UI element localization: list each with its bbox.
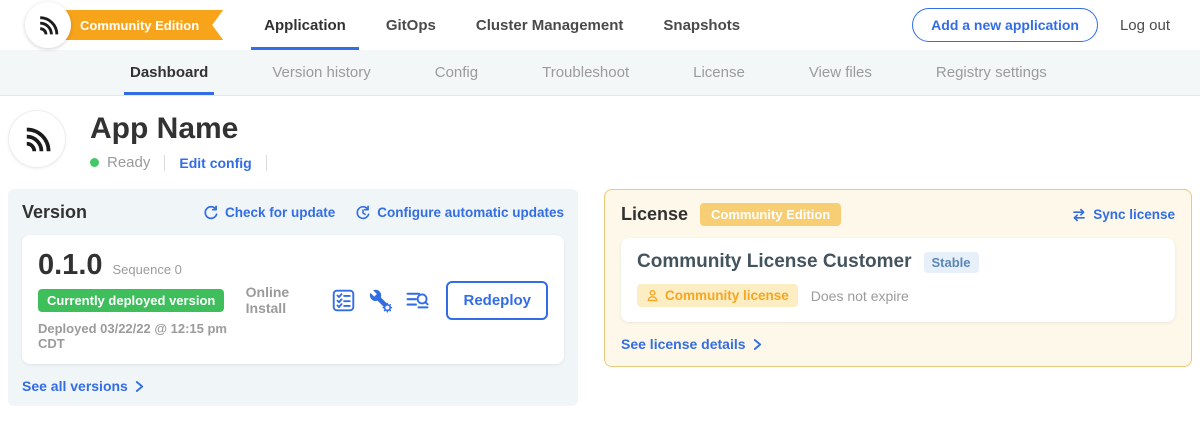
release-notes-icon[interactable] [405, 288, 430, 313]
version-number-row: 0.1.0 Sequence 0 [38, 249, 246, 282]
app-header: App Name Ready Edit config [0, 96, 1200, 171]
logout-button[interactable]: Log out [1120, 17, 1170, 34]
license-details-panel: Community License Customer Stable Commun… [621, 238, 1175, 322]
subnav-troubleshoot[interactable]: Troubleshoot [542, 50, 629, 95]
chevron-right-icon [753, 338, 762, 351]
license-edition-badge: Community Edition [700, 203, 841, 226]
subnav-dashboard[interactable]: Dashboard [130, 50, 208, 95]
see-license-details-label: See license details [621, 336, 746, 352]
configure-auto-updates-label: Configure automatic updates [377, 205, 564, 220]
license-type-label: Community license [665, 288, 789, 303]
app-info: App Name Ready Edit config [90, 110, 281, 171]
license-card-head: License Community Edition Sync license [621, 203, 1175, 226]
see-license-details-link[interactable]: See license details [621, 336, 762, 352]
app-subnav: Dashboard Version history Config Trouble… [0, 50, 1200, 96]
tab-snapshots-label: Snapshots [663, 17, 740, 34]
current-version-panel: 0.1.0 Sequence 0 Currently deployed vers… [22, 235, 564, 364]
customer-name: Community License Customer [637, 251, 912, 273]
version-details: 0.1.0 Sequence 0 Currently deployed vers… [38, 249, 246, 351]
replicated-logo-icon [20, 122, 54, 156]
chevron-right-icon [135, 380, 144, 393]
version-card-title: Version [22, 202, 87, 223]
refresh-icon [203, 205, 219, 221]
top-nav: Application GitOps Cluster Management Sn… [261, 0, 743, 50]
subnav-version-history-label: Version history [272, 64, 370, 81]
license-card-title-group: License Community Edition [621, 203, 841, 226]
license-customer-row: Community License Customer Stable [637, 251, 1159, 273]
tab-cluster-management[interactable]: Cluster Management [473, 0, 627, 50]
subnav-config-label: Config [435, 64, 478, 81]
sync-license-link[interactable]: Sync license [1071, 207, 1175, 223]
subnav-view-files-label: View files [809, 64, 872, 81]
subnav-view-files[interactable]: View files [809, 50, 872, 95]
sequence-label: Sequence 0 [113, 262, 182, 277]
see-all-versions-link[interactable]: See all versions [22, 378, 144, 394]
license-type-row: Community license Does not expire [637, 284, 1159, 307]
status-label: Ready [107, 154, 150, 171]
version-card-actions: Check for update Configure automatic upd… [203, 205, 564, 221]
subnav-license[interactable]: License [693, 50, 745, 95]
dashboard-cards: Version Check for update Configure au [0, 171, 1200, 406]
config-tools-icon[interactable] [368, 288, 393, 313]
tab-cluster-management-label: Cluster Management [476, 17, 624, 34]
version-card: Version Check for update Configure au [8, 189, 578, 406]
preflight-checks-icon[interactable] [331, 288, 356, 313]
sync-icon [1071, 207, 1087, 223]
subnav-license-label: License [693, 64, 745, 81]
version-number: 0.1.0 [38, 249, 103, 282]
license-card: License Community Edition Sync license C… [604, 189, 1192, 367]
redeploy-button[interactable]: Redeploy [446, 281, 548, 320]
see-all-versions-label: See all versions [22, 378, 128, 394]
configure-auto-updates-link[interactable]: Configure automatic updates [355, 205, 564, 221]
license-card-title: License [621, 204, 688, 225]
tab-application[interactable]: Application [261, 0, 349, 50]
subnav-version-history[interactable]: Version history [272, 50, 370, 95]
tab-gitops[interactable]: GitOps [383, 0, 439, 50]
tab-snapshots[interactable]: Snapshots [660, 0, 743, 50]
deployed-status-badge: Currently deployed version [38, 289, 224, 312]
replicated-logo-icon [25, 2, 71, 48]
divider [164, 155, 165, 171]
brand: Community Edition [25, 0, 223, 50]
subnav-dashboard-label: Dashboard [130, 64, 208, 81]
app-status-row: Ready Edit config [90, 154, 281, 171]
app-avatar [8, 110, 66, 168]
ready-status-dot [90, 158, 99, 167]
channel-badge: Stable [924, 252, 979, 273]
page-title: App Name [90, 112, 281, 146]
check-for-update-label: Check for update [225, 205, 335, 220]
tab-application-label: Application [264, 17, 346, 34]
license-expiry-label: Does not expire [811, 288, 909, 304]
subnav-troubleshoot-label: Troubleshoot [542, 64, 629, 81]
edition-ribbon-label: Community Edition [80, 18, 199, 33]
deployed-timestamp: Deployed 03/22/22 @ 12:15 pm CDT [38, 321, 246, 351]
person-icon [646, 289, 659, 302]
sync-license-label: Sync license [1093, 207, 1175, 222]
add-application-button[interactable]: Add a new application [912, 8, 1098, 42]
divider [266, 155, 267, 171]
edition-ribbon: Community Edition [48, 10, 223, 40]
top-header: Community Edition Application GitOps Clu… [0, 0, 1200, 50]
install-type-label: Online Install [246, 284, 317, 316]
version-actions: Online Install [246, 281, 548, 320]
license-type-badge: Community license [637, 284, 798, 307]
version-card-head: Version Check for update Configure au [22, 202, 564, 223]
subnav-config[interactable]: Config [435, 50, 478, 95]
subnav-registry-settings-label: Registry settings [936, 64, 1047, 81]
edit-config-link[interactable]: Edit config [179, 155, 251, 171]
tab-gitops-label: GitOps [386, 17, 436, 34]
check-for-update-link[interactable]: Check for update [203, 205, 335, 221]
subnav-registry-settings[interactable]: Registry settings [936, 50, 1047, 95]
auto-update-icon [355, 205, 371, 221]
